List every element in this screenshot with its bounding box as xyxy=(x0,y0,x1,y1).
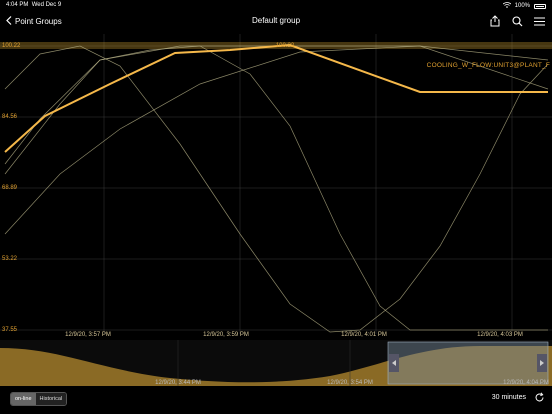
online-mode-button[interactable]: on-line xyxy=(11,393,36,405)
mode-segmented-control: on-line Historical xyxy=(10,392,68,406)
historical-mode-button[interactable]: Historical xyxy=(35,393,67,405)
page-title: Default group xyxy=(251,16,301,25)
x-tick-label: 12/9/20, 4:01 PM xyxy=(341,332,387,338)
y-tick-label: 37.55 xyxy=(2,327,18,333)
series-line xyxy=(4,45,549,235)
range-selector[interactable] xyxy=(387,341,549,385)
chart-plot: 100.22 xyxy=(0,34,552,334)
x-tick-label: 12/9/20, 3:59 PM xyxy=(203,332,249,338)
share-icon[interactable] xyxy=(488,14,502,28)
series-line xyxy=(4,45,549,333)
battery-icon xyxy=(534,3,546,9)
y-tick-label: 100.22 xyxy=(2,43,21,49)
highlight-value-label: 100.22 xyxy=(276,43,295,49)
y-tick-label: 68.89 xyxy=(2,185,18,191)
series-label: COOLING_W_FLOW:UNIT3@PLANT_F xyxy=(426,62,550,69)
refresh-icon[interactable] xyxy=(532,390,546,404)
menu-icon[interactable] xyxy=(532,14,546,28)
y-tick-label: 84.56 xyxy=(2,114,18,120)
navigation-bar: Point Groups Default group xyxy=(0,10,552,32)
search-icon[interactable] xyxy=(510,14,524,28)
bottom-toolbar: on-line Historical 30 minutes xyxy=(0,386,552,414)
x-tick-label: 12/9/20, 3:57 PM xyxy=(65,332,111,338)
battery-percent: 100% xyxy=(514,3,530,9)
status-bar: 4:04 PM Wed Dec 9 100% xyxy=(0,0,552,10)
overview-navigator[interactable]: 12/9/20, 3:44 PM 12/9/20, 3:54 PM 12/9/2… xyxy=(0,340,552,386)
y-tick-label: 53.22 xyxy=(2,256,18,262)
trend-chart[interactable]: 100.22 COOLING_W_FLOW:UNIT3@PLANT_F 100.… xyxy=(0,34,552,340)
x-tick-label: 12/9/20, 4:03 PM xyxy=(477,332,523,338)
status-time: 4:04 PM xyxy=(6,2,29,8)
status-date: Wed Dec 9 xyxy=(31,2,62,8)
duration-label[interactable]: 30 minutes xyxy=(492,394,526,401)
wifi-icon xyxy=(502,2,511,10)
